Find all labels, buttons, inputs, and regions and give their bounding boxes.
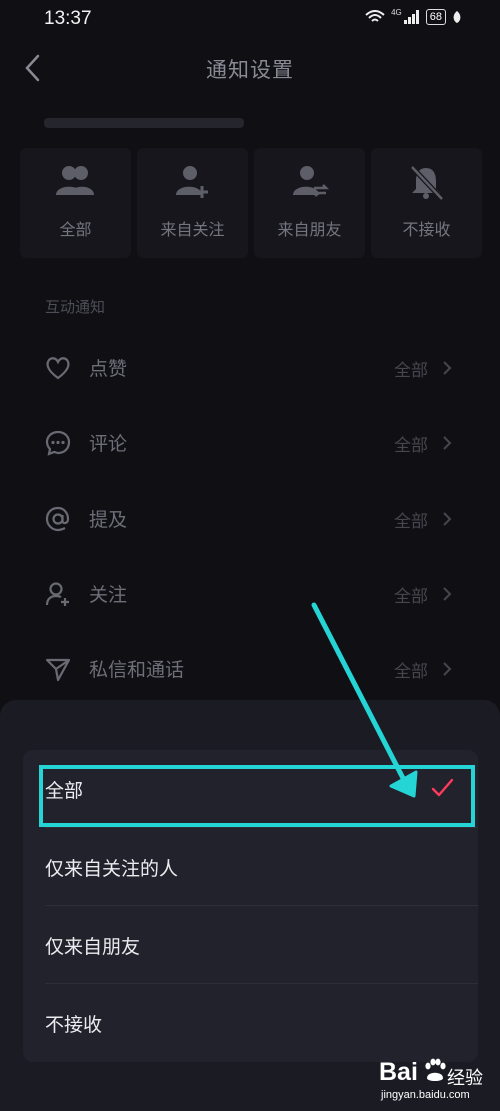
row-value: 全部 xyxy=(394,361,428,381)
chevron-right-icon xyxy=(443,436,452,450)
option-label: 全部 xyxy=(59,220,92,239)
notification-scope-options: 全部 来自关注 来自朋友 不接收 xyxy=(20,148,482,258)
friend-swap-icon xyxy=(293,166,330,197)
option-all[interactable]: 全部 xyxy=(20,148,131,258)
comment-icon xyxy=(45,430,71,456)
page-title: 通知设置 xyxy=(206,58,294,82)
leaf-icon xyxy=(453,11,461,23)
option-from-friends[interactable]: 来自朋友 xyxy=(254,148,365,258)
row-value: 全部 xyxy=(394,662,428,682)
signal-icon xyxy=(403,10,419,24)
battery-level: 68 xyxy=(425,9,446,25)
group-icon xyxy=(56,166,94,195)
row-label: 关注 xyxy=(89,584,128,606)
bell-off-icon xyxy=(410,165,444,201)
status-time: 13:37 xyxy=(44,8,92,29)
baidu-jingyan-watermark: Bai 经验 jingyan.baidu.com xyxy=(355,1056,495,1110)
option-label: 不接收 xyxy=(402,220,451,239)
network-type: 4G xyxy=(391,7,402,17)
send-icon xyxy=(45,658,71,682)
follow-icon xyxy=(45,582,69,606)
row-label: 评论 xyxy=(89,433,128,455)
watermark-product: 经验 xyxy=(447,1068,483,1089)
add-user-icon xyxy=(176,166,208,198)
section-label: 互动通知 xyxy=(45,298,106,316)
status-bar: 13:37 4G 68 xyxy=(0,0,500,40)
at-icon xyxy=(45,506,70,532)
row-label: 点赞 xyxy=(89,358,128,380)
row-likes[interactable]: 点赞 全部 xyxy=(0,338,500,398)
option-from-following[interactable]: 来自关注 xyxy=(137,148,248,258)
option-none[interactable]: 不接收 xyxy=(371,148,482,258)
option-label: 来自关注 xyxy=(160,220,225,239)
chevron-right-icon xyxy=(443,662,452,676)
chevron-right-icon xyxy=(443,512,452,526)
sheet-option-friends-only[interactable]: 仅来自朋友 xyxy=(23,906,478,984)
heart-icon xyxy=(46,357,70,380)
row-value: 全部 xyxy=(394,512,428,532)
wifi-icon xyxy=(365,10,385,22)
sheet-option-label: 仅来自朋友 xyxy=(45,936,141,958)
sheet-option-label: 仅来自关注的人 xyxy=(45,858,179,880)
chevron-right-icon xyxy=(443,587,452,601)
row-label: 提及 xyxy=(89,509,128,531)
sheet-option-following-only[interactable]: 仅来自关注的人 xyxy=(23,828,478,906)
sheet-option-label: 不接收 xyxy=(45,1014,103,1036)
row-value: 全部 xyxy=(394,587,428,607)
paw-icon xyxy=(425,1058,446,1081)
highlight-box xyxy=(39,765,475,827)
watermark-url: jingyan.baidu.com xyxy=(381,1089,470,1101)
row-mentions[interactable]: 提及 全部 xyxy=(0,489,500,549)
row-comments[interactable]: 评论 全部 xyxy=(0,413,500,473)
watermark-brand: Bai xyxy=(379,1058,418,1086)
option-label: 来自朋友 xyxy=(277,220,342,239)
row-label: 私信和通话 xyxy=(89,659,185,681)
row-messages-calls[interactable]: 私信和通话 全部 xyxy=(0,639,500,699)
chevron-right-icon xyxy=(443,361,452,375)
row-follows[interactable]: 关注 全部 xyxy=(0,564,500,624)
row-value: 全部 xyxy=(394,436,428,456)
status-icons: 4G 68 xyxy=(365,7,462,25)
header: 通知设置 xyxy=(0,46,500,90)
sheet-option-none[interactable]: 不接收 xyxy=(23,984,478,1062)
subtitle-placeholder xyxy=(44,118,244,128)
